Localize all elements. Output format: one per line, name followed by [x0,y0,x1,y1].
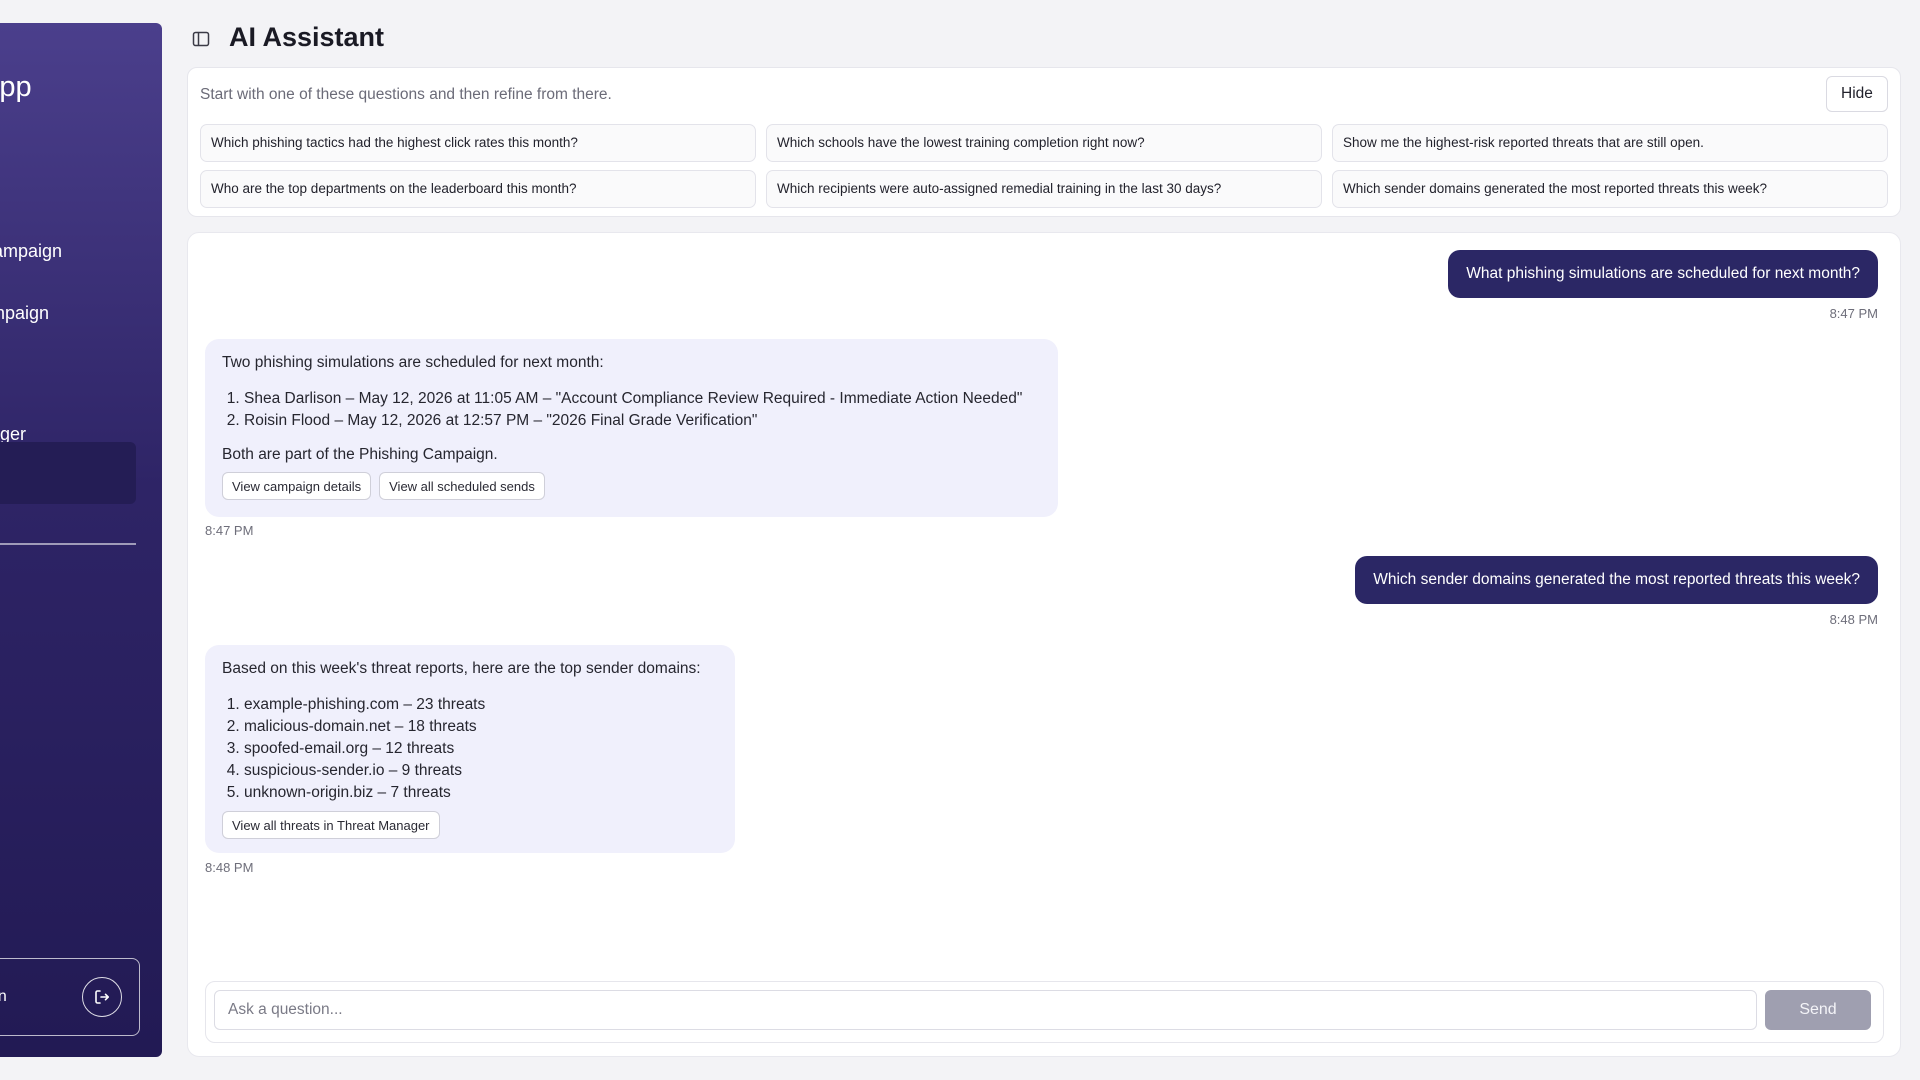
suggestion-chip[interactable]: Which recipients were auto-assigned reme… [766,170,1322,208]
message-timestamp: 8:48 PM [1829,612,1878,627]
hide-suggestions-button[interactable]: Hide [1826,76,1888,112]
view-threat-manager-button[interactable]: View all threats in Threat Manager [222,811,440,839]
list-item: Shea Darlison – May 12, 2026 at 11:05 AM… [244,388,1041,410]
suggestion-chip[interactable]: Which sender domains generated the most … [1332,170,1888,208]
send-button[interactable]: Send [1765,990,1871,1030]
assistant-outro: Both are part of the Phishing Campaign. [222,446,498,463]
user-name: son [0,988,7,1005]
list-item: unknown-origin.biz – 7 threats [244,782,718,804]
assistant-message: Based on this week's threat reports, her… [205,645,735,853]
suggestions-panel: Start with one of these questions and th… [187,67,1901,217]
user-message: Which sender domains generated the most … [1355,556,1878,604]
suggestion-chip[interactable]: Which schools have the lowest training c… [766,124,1322,162]
assistant-message: Two phishing simulations are scheduled f… [205,339,1058,517]
sidebar-divider [0,543,136,545]
view-scheduled-sends-button[interactable]: View all scheduled sends [379,472,545,500]
sidebar-toggle-icon[interactable] [192,30,210,48]
assistant-actions: View campaign details View all scheduled… [222,472,1041,500]
assistant-actions: View all threats in Threat Manager [222,811,718,839]
user-message: What phishing simulations are scheduled … [1448,250,1878,298]
chat-panel: What phishing simulations are scheduled … [187,232,1901,1057]
suggestion-chip[interactable]: Show me the highest-risk reported threat… [1332,124,1888,162]
suggestions-intro: Start with one of these questions and th… [200,86,612,103]
sidebar-item-assistant[interactable]: nt [0,442,136,504]
sidebar: App Campaign ampaign nager nt son [0,23,162,1057]
message-composer: Send [205,981,1884,1043]
suggestion-chip[interactable]: Who are the top departments on the leade… [200,170,756,208]
assistant-list: Shea Darlison – May 12, 2026 at 11:05 AM… [244,388,1041,432]
assistant-intro: Two phishing simulations are scheduled f… [222,354,604,371]
assistant-list: example-phishing.com – 23 threats malici… [244,694,718,804]
logout-button[interactable] [82,977,122,1017]
page-title: AI Assistant [229,22,385,52]
app-title: App [0,71,32,103]
list-item: Roisin Flood – May 12, 2026 at 12:57 PM … [244,410,1041,432]
logout-icon [95,990,109,1004]
list-item: example-phishing.com – 23 threats [244,694,718,716]
list-item: spoofed-email.org – 12 threats [244,738,718,760]
message-timestamp: 8:47 PM [205,523,254,538]
assistant-intro: Based on this week's threat reports, her… [222,660,701,677]
list-item: suspicious-sender.io – 9 threats [244,760,718,782]
view-campaign-details-button[interactable]: View campaign details [222,472,372,500]
list-item: malicious-domain.net – 18 threats [244,716,718,738]
message-timestamp: 8:48 PM [205,860,254,875]
user-profile: son [0,958,140,1036]
suggestion-chip[interactable]: Which phishing tactics had the highest c… [200,124,756,162]
sidebar-item-second-campaign[interactable]: ampaign [0,282,136,344]
message-timestamp: 8:47 PM [1829,306,1878,321]
sidebar-item-campaign[interactable]: Campaign [0,220,136,282]
question-input[interactable] [214,990,1757,1030]
